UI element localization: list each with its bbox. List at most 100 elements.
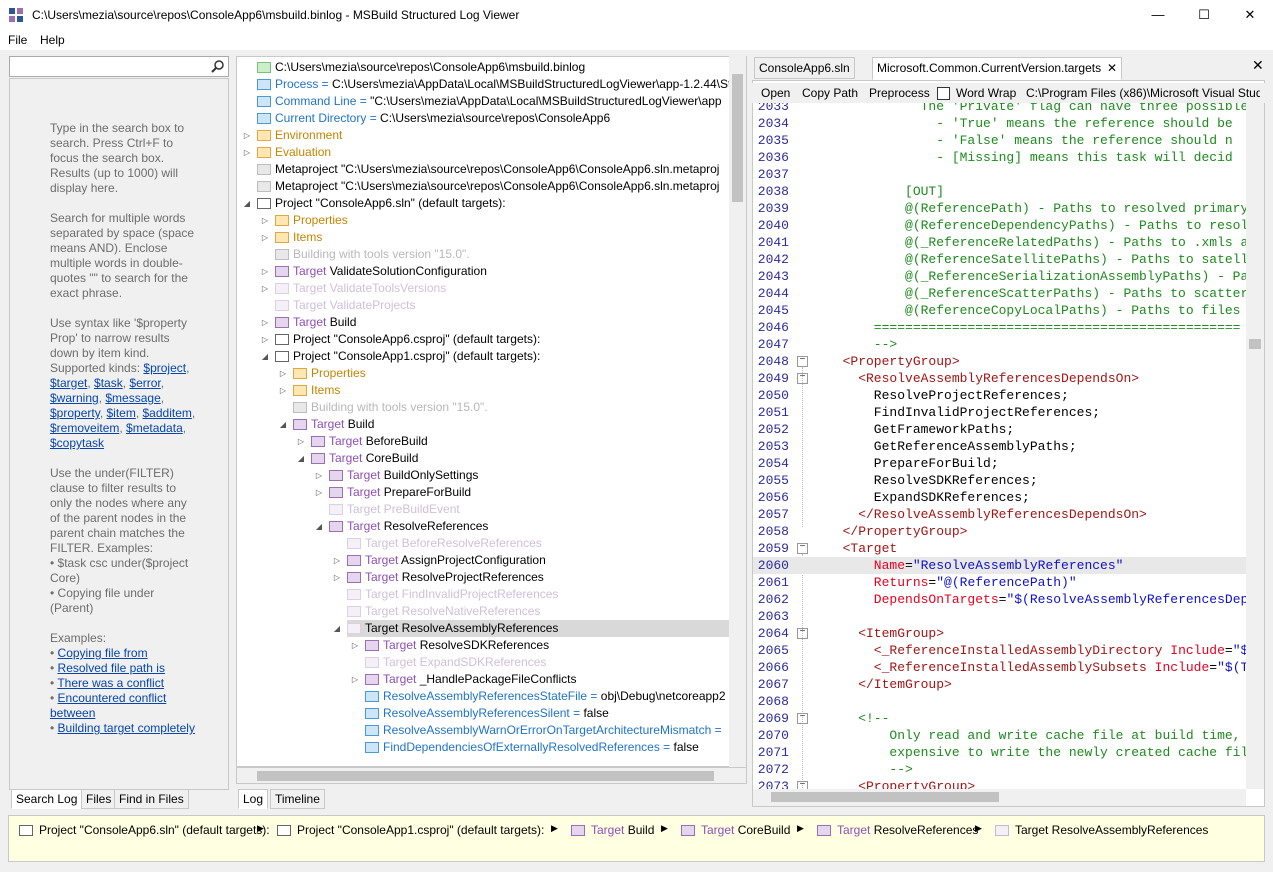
code-vertical-scrollbar[interactable] [1246, 103, 1264, 789]
tree-node[interactable]: ▷ Target Build [237, 314, 730, 331]
code-editor[interactable]: 2033 The 'Private' flag can have three p… [753, 103, 1247, 789]
expand-icon[interactable]: ▷ [259, 314, 271, 331]
scroll-thumb[interactable] [771, 792, 999, 802]
open-button[interactable]: Open [761, 86, 790, 100]
tree-node[interactable]: ResolveAssemblyReferencesSilent = false [237, 705, 730, 722]
expand-icon[interactable]: ▷ [259, 331, 271, 348]
example-link[interactable]: Resolved file path is [58, 661, 165, 675]
expand-icon[interactable]: ▷ [277, 382, 289, 399]
preprocess-button[interactable]: Preprocess [869, 86, 930, 100]
tree-node[interactable]: ▷ Items [237, 382, 730, 399]
example-link[interactable]: Copying file from [58, 646, 148, 660]
tree-node[interactable]: ▷ Environment [237, 127, 730, 144]
kind-link[interactable]: $copytask [50, 436, 104, 450]
tree-node[interactable]: ResolveAssemblyReferencesStateFile = obj… [237, 688, 730, 705]
close-document-icon[interactable]: ✕ [1252, 57, 1264, 74]
fold-toggle-icon[interactable]: − [797, 356, 808, 367]
kind-link[interactable]: $project [143, 361, 186, 375]
tree-node[interactable]: ▷ Target ResolveSDKReferences [237, 637, 730, 654]
tree-node[interactable]: ▷ Target BuildOnlySettings [237, 467, 730, 484]
expand-icon[interactable]: ▷ [349, 637, 361, 654]
collapse-icon[interactable]: ◢ [313, 518, 325, 535]
fold-toggle-icon[interactable]: − [797, 373, 808, 384]
tree-node[interactable]: FindDependenciesOfExternallyResolvedRefe… [237, 739, 730, 756]
expand-icon[interactable]: ▷ [331, 552, 343, 569]
tree-node[interactable]: ▷ Project "ConsoleApp6.csproj" (default t… [237, 331, 730, 348]
tree-node[interactable]: Target ResolveNativeReferences [237, 603, 730, 620]
tree-node[interactable]: ▷ Target ValidateToolsVersions [237, 280, 730, 297]
expand-icon[interactable]: ▷ [241, 144, 253, 161]
search-icon[interactable] [211, 59, 225, 73]
tree-node[interactable]: ◢ Target ResolveReferences [237, 518, 730, 535]
tree-node[interactable]: ▷ Target AssignProjectConfiguration [237, 552, 730, 569]
fold-toggle-icon[interactable]: − [797, 543, 808, 554]
kind-link[interactable]: $metadata [126, 421, 183, 435]
tree-horizontal-scrollbar[interactable] [236, 767, 747, 784]
example-link[interactable]: There was a conflict [57, 676, 164, 690]
scroll-thumb[interactable] [732, 74, 743, 202]
chevron-right-icon[interactable]: ▶ [661, 823, 668, 834]
collapse-icon[interactable]: ◢ [259, 348, 271, 365]
chevron-right-icon[interactable]: ▶ [797, 823, 804, 834]
tree-node[interactable]: Target BeforeResolveReferences [237, 535, 730, 552]
tree-node[interactable]: ▷ Target BeforeBuild [237, 433, 730, 450]
kind-link[interactable]: $property [50, 406, 100, 420]
tree-node[interactable]: Building with tools version "15.0". [237, 246, 730, 263]
scroll-thumb[interactable] [1249, 339, 1261, 349]
tree-node[interactable]: ◢ Target CoreBuild [237, 450, 730, 467]
tree-node[interactable]: ▷ Properties [237, 365, 730, 382]
tree-node[interactable]: ResolveAssemblyWarnOrErrorOnTargetArchit… [237, 722, 730, 739]
fold-toggle-icon[interactable]: − [797, 628, 808, 639]
kind-link[interactable]: $task [94, 376, 123, 390]
expand-icon[interactable]: ▷ [313, 467, 325, 484]
tree-node[interactable]: ◢ Project "ConsoleApp6.sln" (default targ… [237, 195, 730, 212]
tree-node[interactable]: Target ExpandSDKReferences [237, 654, 730, 671]
collapse-icon[interactable]: ◢ [241, 195, 253, 212]
tree-node[interactable]: Command Line = "C:\Users\mezia\AppData\L… [237, 93, 730, 110]
expand-icon[interactable]: ▷ [295, 433, 307, 450]
fold-toggle-icon[interactable]: − [797, 781, 808, 789]
tree-node[interactable]: Current Directory = C:\Users\mezia\sourc… [237, 110, 730, 127]
kind-link[interactable]: $message [105, 391, 160, 405]
expand-icon[interactable]: ▷ [259, 280, 271, 297]
collapse-icon[interactable]: ◢ [277, 416, 289, 433]
copy-path-button[interactable]: Copy Path [802, 86, 858, 100]
code-horizontal-scrollbar[interactable] [753, 789, 1246, 806]
tree-node[interactable]: ◢ Target ResolveAssemblyReferences [237, 620, 730, 637]
word-wrap-checkbox[interactable] [937, 87, 950, 100]
menu-file[interactable]: File [8, 33, 27, 47]
tree-node[interactable]: ◢ Project "ConsoleApp1.csproj" (default t… [237, 348, 730, 365]
tab-find-in-files[interactable]: Find in Files [114, 789, 189, 809]
kind-link[interactable]: $additem [143, 406, 192, 420]
search-input[interactable] [9, 56, 229, 77]
example-link[interactable]: Building target completely [58, 721, 195, 735]
tree-node[interactable]: Metaproject "C:\Users\mezia\source\repos… [237, 178, 730, 195]
kind-link[interactable]: $error [129, 376, 160, 390]
chevron-right-icon[interactable]: ▶ [975, 823, 982, 834]
fold-toggle-icon[interactable]: − [797, 713, 808, 724]
expand-icon[interactable]: ▷ [277, 365, 289, 382]
tab-timeline[interactable]: Timeline [270, 789, 325, 809]
expand-icon[interactable]: ▷ [313, 484, 325, 501]
chevron-right-icon[interactable]: ▶ [551, 823, 558, 834]
kind-link[interactable]: $removeitem [50, 421, 119, 435]
tab-search-log[interactable]: Search Log [11, 789, 83, 809]
log-tree[interactable]: C:\Users\mezia\source\repos\ConsoleApp6\… [236, 56, 747, 767]
expand-icon[interactable]: ▷ [241, 127, 253, 144]
tree-node[interactable]: ▷ Target ResolveProjectReferences [237, 569, 730, 586]
tree-node[interactable]: ▷ Target PrepareForBuild [237, 484, 730, 501]
menu-help[interactable]: Help [40, 33, 65, 47]
tree-node[interactable]: ▷ Properties [237, 212, 730, 229]
tree-node[interactable]: Target FindInvalidProjectReferences [237, 586, 730, 603]
expand-icon[interactable]: ▷ [331, 569, 343, 586]
maximize-button[interactable]: ☐ [1181, 0, 1227, 30]
tree-node[interactable]: ▷ Items [237, 229, 730, 246]
kind-link[interactable]: $item [106, 406, 135, 420]
collapse-icon[interactable]: ◢ [331, 620, 343, 637]
tree-node[interactable]: Target PreBuildEvent [237, 501, 730, 518]
scroll-thumb[interactable] [257, 771, 714, 781]
tree-vertical-scrollbar[interactable] [729, 56, 746, 767]
minimize-button[interactable]: — [1135, 0, 1181, 30]
chevron-right-icon[interactable]: ▶ [257, 823, 264, 834]
tree-node[interactable]: Process = C:\Users\mezia\AppData\Local\M… [237, 76, 731, 93]
